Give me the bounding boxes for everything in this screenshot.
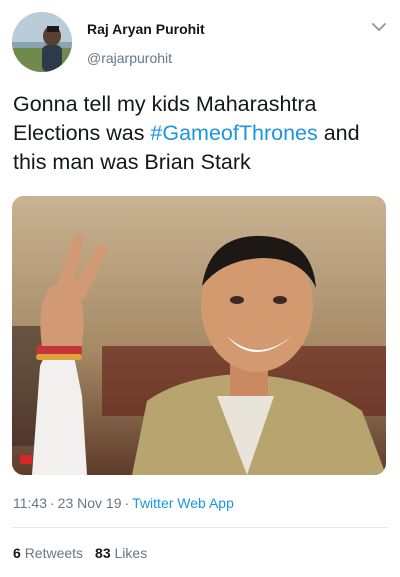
tweet-date[interactable]: 23 Nov 19 xyxy=(58,495,122,511)
tweet-meta: 11:43 · 23 Nov 19 · Twitter Web App xyxy=(13,495,234,511)
divider xyxy=(12,527,388,528)
tweet-time[interactable]: 11:43 xyxy=(13,495,47,511)
likes-count: 83 xyxy=(95,545,111,561)
retweets-count: 6 xyxy=(13,545,21,561)
et-logo xyxy=(20,455,32,464)
hashtag-link[interactable]: #GameofThrones xyxy=(150,121,317,145)
likes-label: Likes xyxy=(114,545,148,561)
tweet-source-link[interactable]: Twitter Web App xyxy=(132,495,234,511)
author-name[interactable]: Raj Aryan Purohit xyxy=(87,21,205,37)
chevron-down-icon[interactable] xyxy=(370,20,388,34)
likes-stat[interactable]: 83 Likes xyxy=(95,545,147,561)
avatar[interactable] xyxy=(12,12,72,72)
author-handle[interactable]: @rajarpurohit xyxy=(87,50,172,66)
retweets-stat[interactable]: 6 Retweets xyxy=(13,545,83,561)
tweet-photo[interactable] xyxy=(12,196,386,475)
retweets-label: Retweets xyxy=(24,545,84,561)
avatar-image xyxy=(12,12,72,72)
meta-separator: · xyxy=(50,495,55,511)
tweet-stats: 6 Retweets 83 Likes xyxy=(13,545,147,561)
photo-image xyxy=(12,196,386,475)
meta-separator: · xyxy=(124,495,130,511)
tweet-text: Gonna tell my kids Maharashtra Elections… xyxy=(13,90,388,177)
